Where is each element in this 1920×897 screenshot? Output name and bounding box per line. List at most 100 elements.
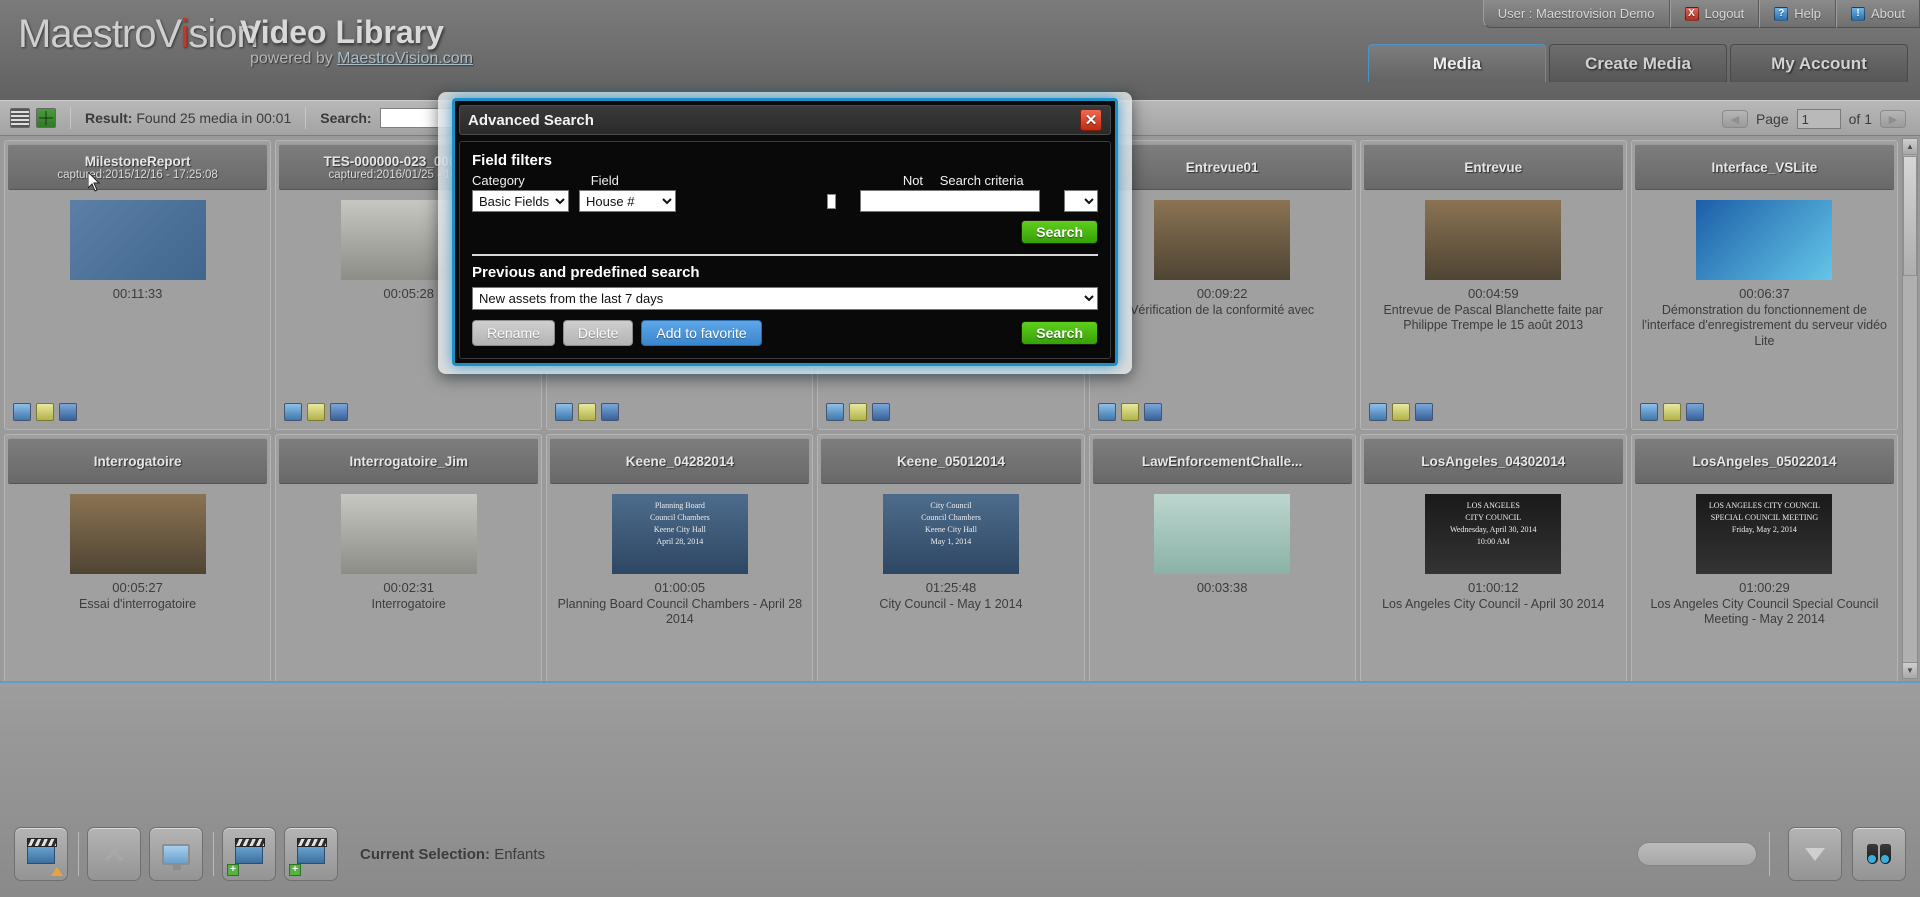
media-thumbnail[interactable]: Planning Board Council Chambers Keene City… <box>611 494 748 574</box>
note-icon[interactable] <box>578 403 597 421</box>
media-thumbnail[interactable] <box>1425 200 1562 280</box>
thumbnail-image <box>1425 200 1562 280</box>
media-thumbnail[interactable] <box>340 494 477 574</box>
add-to-favorite-button[interactable]: Add to favorite <box>641 320 762 346</box>
thumbnail-image <box>340 494 477 574</box>
page-input[interactable] <box>1796 109 1841 129</box>
search-label: Search: <box>320 110 372 126</box>
search-binoculars-button[interactable] <box>1852 827 1906 881</box>
bottom-right-controls <box>1637 827 1906 881</box>
media-tile-header: Keene_04282014 <box>550 438 810 484</box>
image-icon[interactable] <box>826 403 845 421</box>
tool-icon[interactable] <box>59 403 77 421</box>
field-header: Field <box>590 173 619 188</box>
add-clip-button[interactable]: + <box>222 827 276 881</box>
not-checkbox[interactable] <box>826 193 836 209</box>
tool-icon[interactable] <box>601 403 620 421</box>
media-tile[interactable]: Interrogatoire 00:05:27 Essai d'interrogat… <box>4 434 272 681</box>
list-view-icon[interactable] <box>10 108 30 128</box>
tab-my-account[interactable]: My Account <box>1730 44 1908 82</box>
media-tile[interactable]: Interrogatoire_Jim 00:02:31 Interrogatoire <box>275 434 543 681</box>
grid-scrollbar[interactable]: ▲ ▼ <box>1902 138 1918 679</box>
operator-select[interactable] <box>1063 190 1098 212</box>
media-tile-title: LosAngeles_05022014 <box>1692 453 1837 469</box>
image-icon[interactable] <box>555 403 574 421</box>
media-thumbnail[interactable]: City Council Council Chambers Keene City H… <box>882 494 1019 574</box>
media-tile[interactable]: Entrevue 00:04:59 Entrevue de Pascal Blanc… <box>1359 140 1627 430</box>
maestrovision-link[interactable]: MaestroVision.com <box>337 50 473 67</box>
predefined-search-select[interactable]: New assets from the last 7 days <box>472 287 1098 310</box>
note-icon[interactable] <box>849 403 868 421</box>
criteria-header: Search criteria <box>939 173 1024 188</box>
media-tile[interactable]: LawEnforcementChalle... 00:03:38 <box>1088 434 1356 681</box>
search-predefined-button[interactable]: Search <box>1021 321 1098 345</box>
search-criteria-input[interactable] <box>859 190 1040 212</box>
help-button[interactable]: ? Help <box>1759 0 1837 28</box>
media-tile[interactable]: Interface_VSLite 00:06:37 Démonstration du… <box>1630 140 1898 430</box>
powered-by-text: powered by <box>250 50 338 67</box>
tool-icon[interactable] <box>872 403 891 421</box>
tab-create-media[interactable]: Create Media <box>1549 44 1727 82</box>
download-button[interactable] <box>1788 827 1842 881</box>
media-tile-header: Interface_VSLite <box>1634 144 1894 190</box>
media-duration: 01:00:12 <box>1467 580 1519 595</box>
media-tile[interactable]: Keene_04282014 Planning Board Council Cham… <box>546 434 814 681</box>
media-tile-actions <box>1368 403 1433 421</box>
media-thumbnail[interactable]: LOS ANGELES CITY COUNCIL Wednesday, April … <box>1425 494 1562 574</box>
about-button[interactable]: ! About <box>1836 0 1920 28</box>
media-thumbnail[interactable] <box>1696 200 1833 280</box>
scrollbar-thumb[interactable] <box>1903 156 1917 276</box>
tool-icon[interactable] <box>1143 403 1162 421</box>
tool-icon[interactable] <box>330 403 349 421</box>
image-icon[interactable] <box>13 403 31 421</box>
media-thumbnail[interactable]: LOS ANGELES CITY COUNCIL SPECIAL COUNCIL … <box>1696 494 1833 574</box>
media-tile-header: Keene_05012014 <box>821 438 1081 484</box>
media-thumbnail[interactable] <box>69 494 206 574</box>
thumbnail-image: LOS ANGELES CITY COUNCIL Wednesday, April … <box>1425 494 1562 574</box>
media-thumbnail[interactable] <box>69 200 206 280</box>
preview-monitor-button[interactable] <box>149 827 203 881</box>
image-icon[interactable] <box>1639 403 1658 421</box>
left-arrow-icon[interactable]: ◀ <box>1721 110 1748 128</box>
image-icon[interactable] <box>1368 403 1387 421</box>
scroll-up-icon[interactable]: ▲ <box>1903 139 1917 155</box>
media-thumbnail[interactable] <box>1154 494 1291 574</box>
media-thumbnail[interactable] <box>1154 200 1291 280</box>
delete-media-button[interactable]: ✕ <box>87 827 141 881</box>
scroll-down-icon[interactable]: ▼ <box>1903 662 1917 678</box>
add-media-button[interactable]: + <box>284 827 338 881</box>
tool-icon[interactable] <box>1414 403 1433 421</box>
x-icon: ✕ <box>101 837 127 870</box>
field-select[interactable]: House # <box>579 190 676 212</box>
monitor-icon <box>162 843 190 870</box>
divider <box>1769 832 1770 876</box>
note-icon[interactable] <box>1391 403 1410 421</box>
note-icon[interactable] <box>307 403 326 421</box>
category-select[interactable]: Basic Fields <box>472 190 569 212</box>
logout-button[interactable]: X Logout <box>1669 0 1760 28</box>
right-arrow-icon[interactable]: ▶ <box>1880 110 1906 128</box>
image-icon[interactable] <box>284 403 303 421</box>
media-tile-actions <box>1097 403 1162 421</box>
note-icon[interactable] <box>1662 403 1681 421</box>
media-tile[interactable]: LosAngeles_04302014 LOS ANGELES CITY COUNC… <box>1359 434 1627 681</box>
media-tile[interactable]: Keene_05012014 City Council Council Chambe… <box>817 434 1085 681</box>
image-icon[interactable] <box>1097 403 1116 421</box>
rename-button[interactable]: Rename <box>472 320 555 346</box>
user-label-text: User : Maestrovision Demo <box>1497 6 1655 21</box>
advanced-search-dialog: Advanced Search ✕ Field filters Category… <box>452 98 1118 366</box>
note-icon[interactable] <box>1120 403 1139 421</box>
search-filters-button[interactable]: Search <box>1021 220 1098 244</box>
grid-view-icon[interactable] <box>36 108 56 128</box>
close-icon[interactable]: ✕ <box>1080 109 1102 131</box>
current-selection: Current Selection: Enfants <box>360 846 545 863</box>
tool-icon[interactable] <box>1685 403 1704 421</box>
media-tile[interactable]: LosAngeles_05022014 LOS ANGELES CITY COUN… <box>1630 434 1898 681</box>
note-icon[interactable] <box>36 403 54 421</box>
plus-icon: + <box>227 864 239 876</box>
media-tile[interactable]: MilestoneReport captured:2015/12/16 - 17:… <box>4 140 272 430</box>
thumbnail-slide-text: Planning Board Council Chambers Keene City… <box>649 501 710 546</box>
export-media-button[interactable] <box>14 827 68 881</box>
delete-button[interactable]: Delete <box>562 320 634 346</box>
tab-media[interactable]: Media <box>1368 44 1546 82</box>
